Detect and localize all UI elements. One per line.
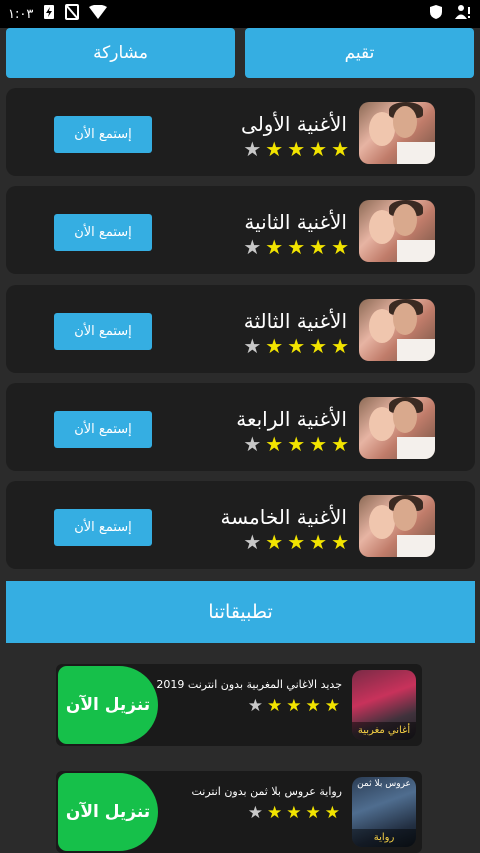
star-filled-icon: ★ bbox=[267, 696, 283, 716]
song-title: الأغنية الثانية bbox=[244, 210, 347, 234]
status-time: ١:٠٣ bbox=[8, 6, 34, 22]
star-filled-icon: ★ bbox=[309, 235, 328, 259]
share-button[interactable]: مشاركة bbox=[6, 28, 235, 78]
download-button[interactable]: تنزيل الآن bbox=[58, 773, 158, 851]
app-promo-card[interactable]: تنزيل الآن أغاني مغربية جديد الاغاني الم… bbox=[56, 664, 422, 746]
song-thumbnail bbox=[359, 495, 435, 557]
app-title: رواية عروس بلا ثمن بدون انترنت bbox=[191, 785, 342, 798]
star-filled-icon: ★ bbox=[265, 432, 284, 456]
listen-button[interactable]: إستمع الأن bbox=[54, 116, 152, 153]
user-alert-icon bbox=[454, 4, 472, 24]
star-filled-icon: ★ bbox=[286, 803, 302, 823]
star-filled-icon: ★ bbox=[287, 530, 306, 554]
star-filled-icon: ★ bbox=[265, 334, 284, 358]
song-title: الأغنية الخامسة bbox=[220, 505, 347, 529]
star-filled-icon: ★ bbox=[287, 137, 306, 161]
listen-button[interactable]: إستمع الأن bbox=[54, 411, 152, 448]
battery-saver-icon bbox=[43, 4, 55, 24]
rating-stars: ★ ★ ★ ★ ★ bbox=[243, 236, 349, 258]
star-empty-icon: ★ bbox=[243, 334, 262, 358]
star-filled-icon: ★ bbox=[287, 334, 306, 358]
song-thumbnail bbox=[359, 299, 435, 361]
app-icon: أغاني مغربية bbox=[352, 670, 416, 740]
song-title: الأغنية الأولى bbox=[241, 112, 347, 136]
star-filled-icon: ★ bbox=[309, 432, 328, 456]
rating-stars: ★ ★ ★ ★ ★ bbox=[243, 433, 349, 455]
star-filled-icon: ★ bbox=[309, 137, 328, 161]
star-filled-icon: ★ bbox=[287, 235, 306, 259]
star-empty-icon: ★ bbox=[243, 235, 262, 259]
status-bar: ١:٠٣ bbox=[0, 0, 480, 28]
song-card[interactable]: الأغنية الرابعة ★ ★ ★ ★ ★ إستمع الأن bbox=[6, 383, 475, 471]
star-empty-icon: ★ bbox=[243, 137, 262, 161]
star-filled-icon: ★ bbox=[331, 137, 349, 161]
apps-section-header: تطبيقاتنا bbox=[6, 581, 475, 643]
star-filled-icon: ★ bbox=[265, 530, 284, 554]
star-filled-icon: ★ bbox=[309, 530, 328, 554]
shield-icon bbox=[428, 4, 444, 24]
app-icon-caption: رواية bbox=[352, 829, 416, 847]
rating-stars: ★ ★ ★ ★ ★ bbox=[248, 803, 340, 823]
listen-button[interactable]: إستمع الأن bbox=[54, 509, 152, 546]
rating-stars: ★ ★ ★ ★ ★ bbox=[248, 696, 340, 716]
song-card[interactable]: الأغنية الأولى ★ ★ ★ ★ ★ إستمع الأن bbox=[6, 88, 475, 176]
star-filled-icon: ★ bbox=[267, 803, 283, 823]
star-filled-icon: ★ bbox=[305, 696, 321, 716]
rating-stars: ★ ★ ★ ★ ★ bbox=[243, 335, 349, 357]
listen-button[interactable]: إستمع الأن bbox=[54, 313, 152, 350]
wifi-icon bbox=[89, 4, 108, 23]
rate-button[interactable]: تقيم bbox=[245, 28, 474, 78]
star-filled-icon: ★ bbox=[331, 432, 349, 456]
song-title: الأغنية الثالثة bbox=[243, 309, 347, 333]
star-filled-icon: ★ bbox=[324, 803, 340, 823]
star-filled-icon: ★ bbox=[309, 334, 328, 358]
star-filled-icon: ★ bbox=[331, 334, 349, 358]
listen-button[interactable]: إستمع الأن bbox=[54, 214, 152, 251]
star-empty-icon: ★ bbox=[247, 803, 263, 823]
app-icon-caption: أغاني مغربية bbox=[352, 722, 416, 740]
star-filled-icon: ★ bbox=[265, 235, 284, 259]
star-empty-icon: ★ bbox=[243, 530, 262, 554]
star-filled-icon: ★ bbox=[305, 803, 321, 823]
star-filled-icon: ★ bbox=[265, 137, 284, 161]
star-filled-icon: ★ bbox=[324, 696, 340, 716]
song-thumbnail bbox=[359, 397, 435, 459]
app-title: جديد الاغاني المغربية بدون انترنت 2019 bbox=[156, 678, 342, 691]
download-button[interactable]: تنزيل الآن bbox=[58, 666, 158, 744]
song-card[interactable]: الأغنية الثالثة ★ ★ ★ ★ ★ إستمع الأن bbox=[6, 285, 475, 373]
star-filled-icon: ★ bbox=[286, 696, 302, 716]
song-card[interactable]: الأغنية الخامسة ★ ★ ★ ★ ★ إستمع الأن bbox=[6, 481, 475, 569]
app-promo-card[interactable]: تنزيل الآن عروس بلا ثمن رواية رواية عروس… bbox=[56, 771, 422, 853]
song-title: الأغنية الرابعة bbox=[236, 407, 347, 431]
star-filled-icon: ★ bbox=[331, 530, 349, 554]
song-card[interactable]: الأغنية الثانية ★ ★ ★ ★ ★ إستمع الأن bbox=[6, 186, 475, 274]
rating-stars: ★ ★ ★ ★ ★ bbox=[243, 531, 349, 553]
rating-stars: ★ ★ ★ ★ ★ bbox=[243, 138, 349, 160]
star-empty-icon: ★ bbox=[243, 432, 262, 456]
song-thumbnail bbox=[359, 102, 435, 164]
star-filled-icon: ★ bbox=[331, 235, 349, 259]
star-empty-icon: ★ bbox=[247, 696, 263, 716]
song-thumbnail bbox=[359, 200, 435, 262]
app-icon: عروس بلا ثمن رواية bbox=[352, 777, 416, 847]
no-sim-icon bbox=[65, 4, 80, 24]
star-filled-icon: ★ bbox=[287, 432, 306, 456]
app-icon-title: عروس بلا ثمن bbox=[357, 779, 411, 789]
